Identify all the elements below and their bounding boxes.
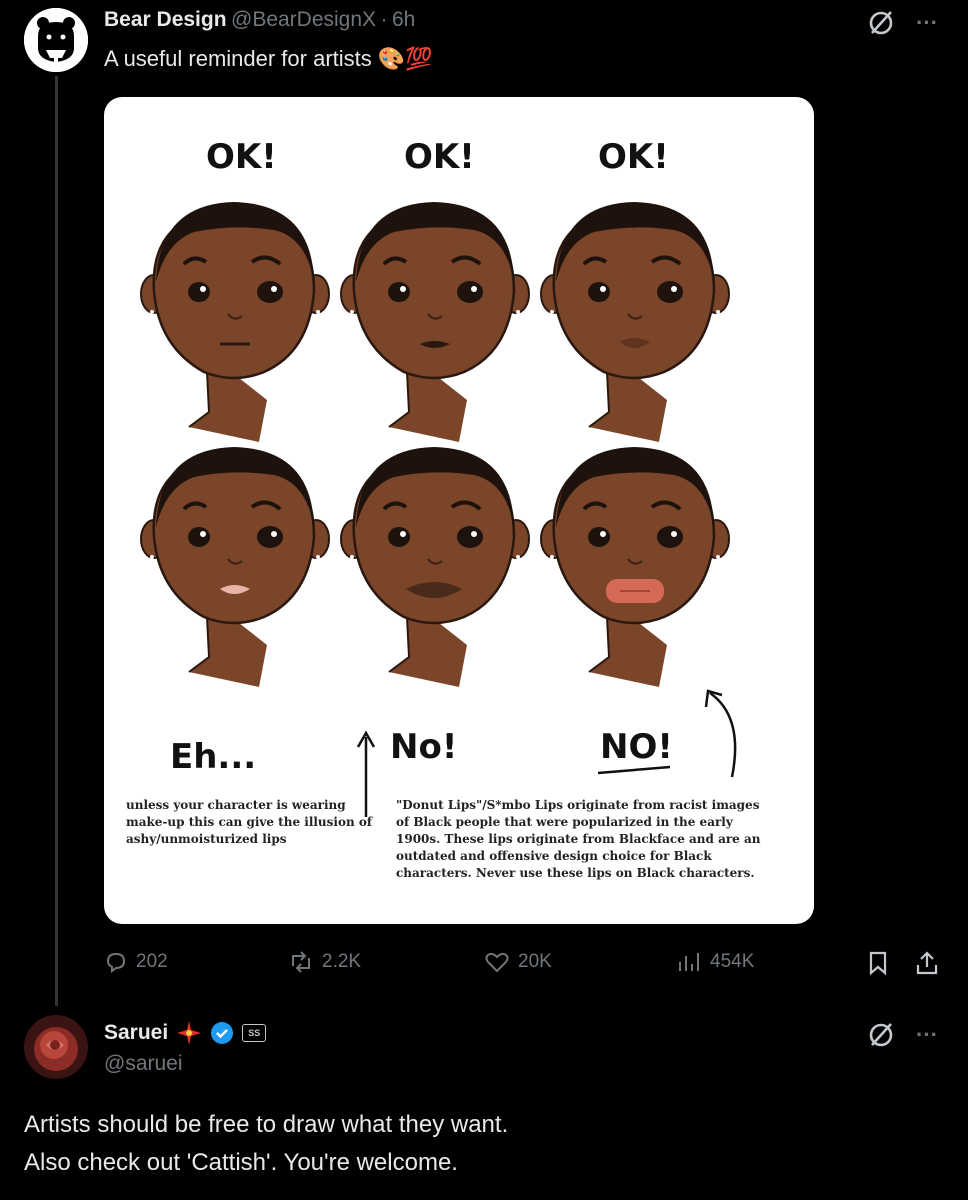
reply-line-2: Also check out 'Cattish'. You're welcome… bbox=[24, 1149, 458, 1176]
label-eh: Eh... bbox=[170, 737, 257, 777]
label-no-1: No! bbox=[390, 727, 458, 767]
note-no: "Donut Lips"/S*mbo Lips originate from r… bbox=[396, 798, 761, 880]
more-icon[interactable]: ··· bbox=[916, 10, 938, 36]
verified-icon bbox=[211, 1022, 234, 1044]
post-text: A useful reminder for artists bbox=[104, 46, 372, 71]
reply-handle[interactable]: @saruei bbox=[104, 1052, 183, 1076]
like-icon bbox=[485, 952, 509, 973]
repost-icon bbox=[292, 951, 310, 973]
reply-text: Artists should be free to draw what they… bbox=[24, 1106, 508, 1182]
bear-logo-icon bbox=[24, 8, 88, 72]
reply-button[interactable]: 202 bbox=[104, 950, 168, 974]
views-count: 454K bbox=[710, 951, 755, 972]
post-text-line: A useful reminder for artists 🎨💯 bbox=[104, 46, 433, 72]
label-ok-3: OK! bbox=[598, 137, 669, 177]
share-button[interactable] bbox=[914, 950, 940, 981]
label-no-2: NO! bbox=[600, 727, 673, 767]
reply-line-1: Artists should be free to draw what they… bbox=[24, 1111, 509, 1138]
reply-avatar[interactable] bbox=[24, 1015, 88, 1079]
post-time[interactable]: 6h bbox=[392, 8, 415, 31]
author-name[interactable]: Bear Design bbox=[104, 8, 227, 31]
separator: · bbox=[380, 8, 388, 31]
bear-avatar[interactable] bbox=[24, 8, 88, 72]
reply-count: 202 bbox=[136, 951, 168, 972]
views-button[interactable]: 454K bbox=[676, 950, 754, 974]
like-button[interactable]: 20K bbox=[484, 950, 552, 974]
label-ok-1: OK! bbox=[206, 137, 277, 177]
reply-icon bbox=[106, 952, 126, 973]
label-ok-2: OK! bbox=[404, 137, 475, 177]
affiliate-badge[interactable]: SS bbox=[242, 1024, 267, 1042]
note-eh: unless your character is wearing make-up… bbox=[126, 798, 373, 846]
reply-author-name[interactable]: Saruei bbox=[104, 1021, 168, 1045]
grok-icon[interactable] bbox=[866, 8, 896, 38]
post-header: Bear Design @BearDesignX · 6h bbox=[104, 8, 415, 32]
repost-count: 2.2K bbox=[322, 951, 362, 972]
palette-100-emoji: 🎨💯 bbox=[377, 46, 433, 71]
reply-header: Saruei SS bbox=[104, 1020, 267, 1046]
rose-avatar-icon bbox=[24, 1015, 88, 1079]
sparkle-emoji-icon bbox=[177, 1021, 202, 1045]
post-image[interactable]: OK! OK! OK! Eh... No! NO! unless your ch… bbox=[104, 97, 814, 924]
repost-button[interactable]: 2.2K bbox=[288, 950, 361, 974]
thread-line bbox=[55, 76, 58, 1006]
views-icon bbox=[679, 953, 699, 971]
reply-grok-icon[interactable] bbox=[866, 1020, 896, 1050]
reply-more-icon[interactable]: ··· bbox=[916, 1022, 938, 1048]
author-handle[interactable]: @BearDesignX bbox=[231, 8, 376, 31]
bookmark-button[interactable] bbox=[866, 950, 890, 981]
like-count: 20K bbox=[518, 951, 552, 972]
bookmark-icon bbox=[869, 951, 887, 976]
share-icon bbox=[916, 951, 938, 975]
